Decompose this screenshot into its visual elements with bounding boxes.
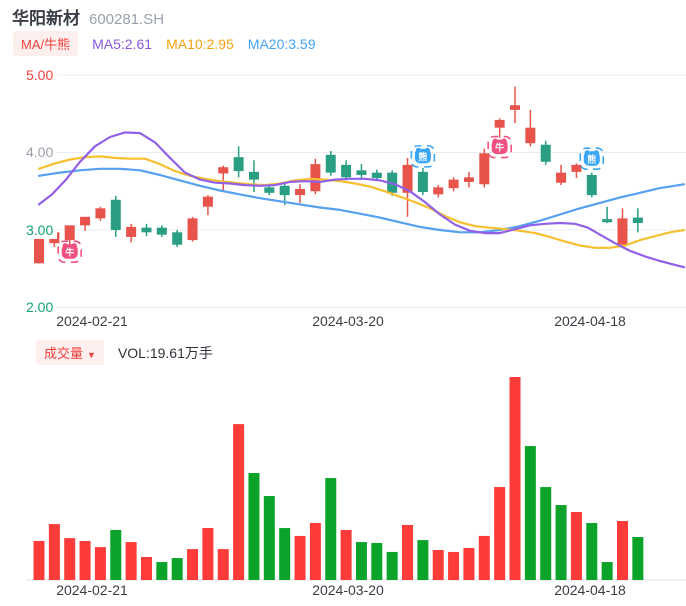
price-ytick-3: 3.00 bbox=[26, 221, 58, 239]
volume-xtick-3: 2024-04-18 bbox=[554, 582, 626, 598]
ma10-value: MA10:2.95 bbox=[166, 35, 234, 52]
header: 华阳新材 600281.SH bbox=[12, 4, 164, 28]
svg-text:牛: 牛 bbox=[65, 246, 74, 257]
price-ytick-2: 2.00 bbox=[26, 298, 58, 316]
svg-text:熊: 熊 bbox=[418, 151, 427, 162]
ma20-value: MA20:3.59 bbox=[247, 35, 316, 52]
volume-xtick-2: 2024-03-20 bbox=[312, 582, 384, 598]
indicator-legend: MA/牛熊 MA5:2.61 MA10:2.95 MA20:3.59 bbox=[13, 31, 316, 56]
stock-code: 600281.SH bbox=[89, 11, 165, 28]
price-xtick-3: 2024-04-18 bbox=[554, 313, 626, 329]
svg-text:熊: 熊 bbox=[587, 153, 596, 164]
bear-marker-icon[interactable]: 熊 bbox=[410, 145, 436, 168]
bear-marker-icon[interactable]: 熊 bbox=[579, 147, 605, 170]
svg-text:牛: 牛 bbox=[495, 142, 504, 153]
bull-marker-icon[interactable]: 牛 bbox=[487, 135, 512, 159]
ma-indicator-selector[interactable]: MA/牛熊 bbox=[13, 31, 79, 56]
volume-value: VOL:19.61万手 bbox=[117, 344, 213, 361]
bull-marker-icon[interactable]: 牛 bbox=[57, 240, 83, 263]
volume-xtick-1: 2024-02-21 bbox=[56, 582, 128, 598]
chevron-down-icon: ▼ bbox=[87, 350, 96, 360]
volume-header: 成交量 ▼ VOL:19.61万手 bbox=[36, 340, 213, 365]
volume-indicator-selector[interactable]: 成交量 ▼ bbox=[36, 340, 104, 365]
stock-chart-canvas[interactable]: 牛熊牛熊 bbox=[0, 0, 686, 606]
price-xtick-2: 2024-03-20 bbox=[312, 313, 384, 329]
price-ytick-4: 4.00 bbox=[26, 143, 58, 161]
volume-bars-group bbox=[33, 377, 644, 580]
stock-title: 华阳新材 bbox=[12, 9, 80, 28]
price-xtick-1: 2024-02-21 bbox=[56, 313, 128, 329]
price-ytick-5: 5.00 bbox=[26, 66, 58, 84]
ma5-value: MA5:2.61 bbox=[92, 35, 153, 52]
